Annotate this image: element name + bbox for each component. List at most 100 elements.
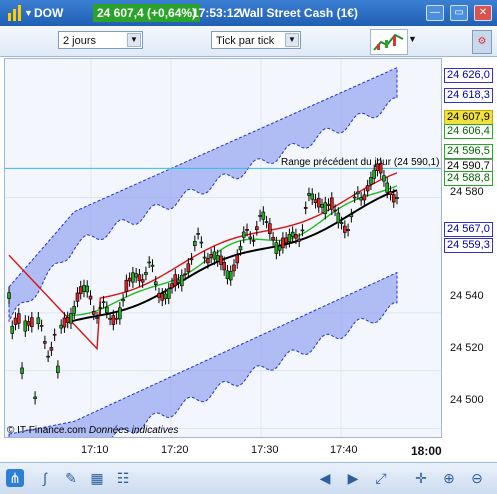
- candle-body: [72, 306, 77, 314]
- candle-body: [173, 274, 178, 286]
- candle-body: [180, 274, 184, 287]
- y-tick: 24 580: [450, 186, 484, 198]
- candle-body: [245, 228, 249, 231]
- grid-icon[interactable]: ▦: [88, 469, 106, 487]
- candle-body: [16, 313, 21, 324]
- candle-body: [114, 318, 119, 320]
- title-bar: ▼ DOW 24 607,4 (+0,64%) 17:53:12 Wall St…: [0, 0, 497, 26]
- candle-body: [7, 292, 11, 299]
- candle-body: [43, 341, 47, 344]
- y-tick: 24 500: [450, 394, 484, 406]
- candle-body: [346, 229, 350, 232]
- candle-body: [339, 222, 344, 225]
- chevron-down-icon[interactable]: ▼: [127, 33, 141, 47]
- chart-type-button[interactable]: [370, 29, 408, 55]
- candle-body: [137, 274, 142, 282]
- candle-body: [56, 365, 60, 374]
- y-badge: 24 567,0: [444, 222, 493, 237]
- arrow-right-icon[interactable]: ▶: [344, 469, 362, 487]
- chevron-down-icon[interactable]: ▼: [285, 33, 299, 47]
- candle-body: [144, 272, 148, 275]
- price-chart[interactable]: [5, 59, 441, 437]
- period-select-value: 2 jours: [63, 35, 97, 47]
- indicator-icon[interactable]: ∫: [36, 469, 54, 487]
- candle-body: [290, 231, 295, 237]
- y-badge: 24 606,4: [444, 124, 493, 139]
- candle-body: [176, 279, 181, 283]
- candle-body: [212, 251, 217, 260]
- candle-body: [209, 254, 213, 258]
- drawing-icon[interactable]: ✎: [62, 469, 80, 487]
- period-select[interactable]: 2 jours ▼: [58, 31, 143, 49]
- candle-body: [13, 317, 18, 325]
- candle-body: [166, 288, 171, 299]
- x-tick: 17:30: [251, 444, 279, 456]
- candle-body: [30, 317, 34, 328]
- chart-type-icon: [373, 33, 404, 51]
- app-logo-icon: [6, 0, 26, 26]
- candle-body: [336, 212, 341, 224]
- candle-body: [281, 237, 285, 249]
- y-axis: 24 580 24 540 24 520 24 500 24 626,0 24 6…: [442, 58, 497, 438]
- candle-body: [23, 320, 28, 332]
- minimize-button[interactable]: —: [426, 5, 444, 21]
- candle-body: [313, 199, 318, 204]
- candle-body: [147, 261, 152, 264]
- chevron-down-icon[interactable]: ▼: [408, 34, 417, 44]
- candle-body: [258, 215, 262, 217]
- candle-body: [369, 177, 373, 185]
- candle-body: [274, 242, 279, 254]
- candle-body: [170, 283, 174, 289]
- watermark-source: © IT-Finance.com: [7, 425, 87, 436]
- candle-body: [271, 237, 275, 241]
- tick-select[interactable]: Tick par tick ▼: [211, 31, 301, 49]
- candle-body: [352, 196, 357, 199]
- candle-body: [20, 367, 24, 374]
- candle-body: [69, 313, 73, 324]
- candle-body: [307, 193, 311, 196]
- candle-body: [300, 229, 305, 232]
- candle-body: [121, 299, 125, 302]
- zoom-out-icon[interactable]: ⊖: [468, 469, 486, 487]
- settings-icon[interactable]: ⚙: [472, 30, 492, 54]
- price-badge: 24 607,4 (+0,64%): [93, 4, 201, 22]
- y-badge: 24 588,8: [444, 171, 493, 186]
- y-tick: 24 520: [450, 342, 484, 354]
- watermark: © IT-Finance.com Données indicatives: [7, 425, 178, 436]
- candle-body: [297, 238, 301, 242]
- instrument-name: Wall Street Cash (1€): [239, 6, 358, 20]
- fit-icon[interactable]: ⤢: [372, 469, 390, 487]
- candle-body: [228, 271, 233, 281]
- candle-body: [160, 293, 165, 301]
- table-icon[interactable]: ☷: [114, 469, 132, 487]
- candle-body: [98, 307, 103, 309]
- candle-body: [222, 261, 226, 271]
- candle-body: [124, 279, 129, 292]
- chevron-down-icon[interactable]: ▼: [24, 0, 33, 26]
- maximize-button[interactable]: ▭: [450, 5, 468, 21]
- candle-body: [202, 256, 207, 259]
- zoom-in-icon[interactable]: ⊕: [440, 469, 458, 487]
- candle-body: [183, 273, 187, 276]
- y-badge: 24 559,3: [444, 238, 493, 253]
- candle-body: [388, 191, 393, 196]
- symbol-label[interactable]: DOW: [34, 0, 63, 26]
- candle-body: [153, 281, 158, 286]
- share-icon[interactable]: ⋔: [6, 469, 24, 487]
- candle-body: [62, 317, 67, 328]
- candle-body: [241, 231, 246, 238]
- candle-body: [225, 270, 230, 280]
- candle-body: [382, 175, 386, 182]
- candle-body: [372, 169, 376, 179]
- candle-body: [277, 245, 282, 251]
- candle-body: [294, 234, 298, 239]
- cursor-icon[interactable]: ✛: [412, 469, 430, 487]
- y-tick: 24 540: [450, 290, 484, 302]
- close-button[interactable]: ✕: [474, 5, 492, 21]
- candle-body: [196, 233, 200, 235]
- chart-area[interactable]: Range précédent du jour (24 590,1) © IT-…: [4, 58, 442, 438]
- arrow-left-icon[interactable]: ◀: [316, 469, 334, 487]
- candle-body: [284, 237, 288, 244]
- candle-body: [193, 241, 197, 246]
- candle-body: [157, 293, 161, 298]
